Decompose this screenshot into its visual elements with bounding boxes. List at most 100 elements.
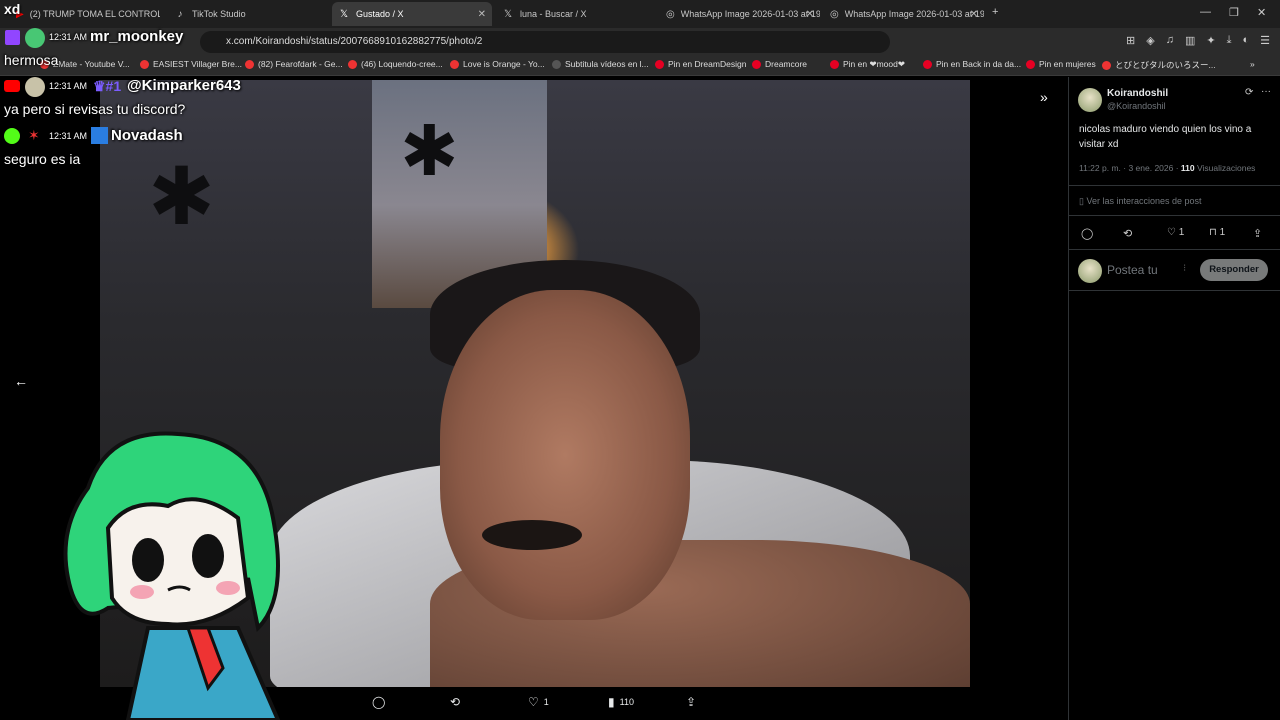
close-tab-icon[interactable]: ✕ (970, 9, 978, 20)
chat-time: 12:31 AM (49, 131, 88, 141)
address-bar[interactable]: x.com/Koirandoshi/status/200766891016288… (200, 31, 890, 53)
post-text: nicolas maduro viendo quien los vino a v… (1079, 124, 1252, 150)
pinterest-icon (830, 60, 839, 69)
chat-username: @Kimparker643 (127, 77, 241, 94)
shield-icon[interactable]: ◐ (1242, 34, 1249, 47)
reply-icon: ◯ (372, 695, 386, 709)
chat-username: Novadash (111, 127, 183, 144)
bookmark-item[interactable]: (46) Loquendo-cree... (348, 59, 443, 69)
tab-title: (2) TRUMP TOMA EL CONTROL DE V (29, 9, 160, 19)
tab-gustado[interactable]: 𝕏 Gustado / X ✕ (332, 2, 492, 26)
reply-icon[interactable]: ◯ (1081, 227, 1093, 240)
author-name[interactable]: Koirandoshil (1107, 88, 1168, 99)
bookmark-item[interactable]: EASIEST Villager Bre... (140, 59, 242, 69)
chat-text: hermosa (4, 52, 59, 68)
like-count: 1 (1178, 227, 1185, 238)
repost-button[interactable]: ⟲ (450, 695, 460, 709)
post-timestamp[interactable]: 11:22 p. m. · 3 ene. 2026 · (1079, 163, 1181, 173)
divider (1069, 249, 1280, 250)
minimize-icon[interactable]: — (1200, 6, 1211, 18)
share-icon[interactable]: ⇪ (1253, 227, 1262, 240)
bookmark-item[interactable]: (82) Fearofdark - Ge... (245, 59, 343, 69)
tab-title: TikTok Studio (192, 9, 246, 19)
pinterest-icon (923, 59, 932, 69)
views-button[interactable]: ▮ 110 (608, 695, 634, 709)
sidebar-icon[interactable]: ▥ (1185, 34, 1195, 47)
bookmark-item[interactable]: Dreamcore (752, 59, 807, 69)
reply-button[interactable]: Responder (1200, 259, 1268, 281)
heart-icon: ♡ (1167, 227, 1176, 238)
views-icon: ▮ (608, 695, 615, 709)
more-bookmarks-icon[interactable]: » (1250, 59, 1255, 69)
tab-tiktok[interactable]: ♪ TikTok Studio (168, 2, 328, 26)
globe-icon: ◎ (830, 8, 839, 20)
tab-luna-search[interactable]: 𝕏 luna - Buscar / X (496, 2, 656, 26)
tab-title: Gustado / X (356, 9, 404, 19)
tab-youtube[interactable]: ▶ (2) TRUMP TOMA EL CONTROL DE V (10, 2, 160, 26)
views-count: 110 (1180, 163, 1195, 173)
youtube-icon (140, 59, 149, 69)
youtube-icon (245, 59, 254, 69)
reply-input[interactable]: Postea tu (1107, 263, 1158, 277)
person-mustache (482, 520, 582, 550)
post-detail-panel: Koirandoshil @Koirandoshil ⟳ ··· nicolas… (1068, 77, 1280, 720)
url-text: x.com/Koirandoshi/status/200766891016288… (226, 36, 483, 47)
divider (1069, 290, 1280, 291)
share-button[interactable]: ⇪ (686, 695, 696, 709)
crown-badge-icon: ♛#1 (93, 78, 122, 94)
youtube-icon (348, 59, 357, 69)
bookmark-item[interactable]: Subtitula vídeos en l... (552, 59, 649, 69)
youtube-icon (450, 59, 459, 69)
previous-photo-arrow-icon[interactable]: ← (14, 373, 28, 389)
like-button[interactable]: ♡ 1 (528, 695, 549, 709)
chat-text: seguro es ia (4, 151, 81, 167)
sound-icon[interactable]: ♫ (1166, 34, 1174, 47)
author-handle[interactable]: @Koirandoshil (1107, 101, 1166, 111)
new-tab-icon[interactable]: + (992, 6, 998, 18)
puzzle-icon[interactable]: ✦ (1206, 34, 1215, 47)
close-tab-icon[interactable]: ✕ (806, 9, 814, 20)
youtube-icon (4, 80, 20, 92)
reply-button[interactable]: ◯ (372, 695, 385, 709)
view-interactions-link[interactable]: ▯ Ver las interacciones de post (1079, 196, 1202, 207)
bookmark-button[interactable]: ⊓ 1 (1209, 227, 1225, 238)
globe-icon: ◎ (666, 8, 675, 20)
bookmark-item[interactable]: Pin en DreamDesign (655, 59, 746, 69)
repost-icon[interactable]: ⟲ (1123, 227, 1132, 240)
bookmark-item[interactable]: Pin en ❤mood❤ (830, 59, 905, 70)
bookmarks-bar: ZMate - Youtube V... EASIEST Villager Br… (0, 56, 1280, 76)
browser-tab-bar: ▶ (2) TRUMP TOMA EL CONTROL DE V ♪ TikTo… (0, 0, 1280, 28)
user-badge-icon: ✶ (28, 127, 40, 143)
bookmark-item[interactable]: Pin en Back in da da... (923, 59, 1021, 69)
close-tab-icon[interactable]: ✕ (478, 9, 486, 20)
bookmark-item[interactable]: Love is Orange - Yo... (450, 59, 545, 69)
tab-whatsapp-image-1[interactable]: ◎ WhatsApp Image 2026-01-03 at 19.5 ✕ (660, 2, 820, 26)
tab-title: WhatsApp Image 2026-01-03 at 19.5 (680, 9, 820, 19)
expand-sidebar-icon[interactable]: » (1040, 89, 1048, 105)
like-button[interactable]: ♡ 1 (1167, 227, 1184, 238)
chat-time: 12:31 AM (49, 81, 88, 91)
tiktok-icon: ♪ (177, 8, 183, 20)
views-label: Visualizaciones (1197, 163, 1256, 173)
bookmark-item[interactable]: Pin en mujeres (1026, 59, 1096, 69)
bookmark-item[interactable]: とびとびタルのいろスー... (1102, 59, 1216, 71)
tab-whatsapp-image-2[interactable]: ◎ WhatsApp Image 2026-01-03 at 19.5 ✕ (824, 2, 984, 26)
user-avatar (1078, 259, 1102, 283)
extension-icon[interactable]: ◈ (1146, 34, 1154, 47)
extension-icons: ⊞ ◈ ♫ ▥ ✦ ⤓ ◐ ☰ (1126, 34, 1270, 47)
address-toolbar: x.com/Koirandoshi/status/200766891016288… (0, 28, 1280, 56)
translate-icon[interactable]: ⊞ (1126, 34, 1135, 47)
x-icon: 𝕏 (503, 8, 513, 20)
maximize-icon[interactable]: ❐ (1229, 6, 1239, 19)
emoji-icon[interactable]: ⁝ (1183, 263, 1186, 274)
subtitle-icon (552, 59, 561, 69)
pinterest-icon (655, 59, 664, 69)
rocket-badge-icon (91, 127, 108, 144)
author-avatar[interactable] (1078, 88, 1102, 112)
kick-icon (4, 128, 20, 144)
grok-icon[interactable]: ⟳ (1245, 87, 1253, 98)
close-window-icon[interactable]: ✕ (1257, 6, 1266, 19)
download-icon[interactable]: ⤓ (1227, 34, 1232, 47)
more-options-icon[interactable]: ··· (1261, 86, 1271, 97)
menu-icon[interactable]: ☰ (1260, 34, 1270, 47)
